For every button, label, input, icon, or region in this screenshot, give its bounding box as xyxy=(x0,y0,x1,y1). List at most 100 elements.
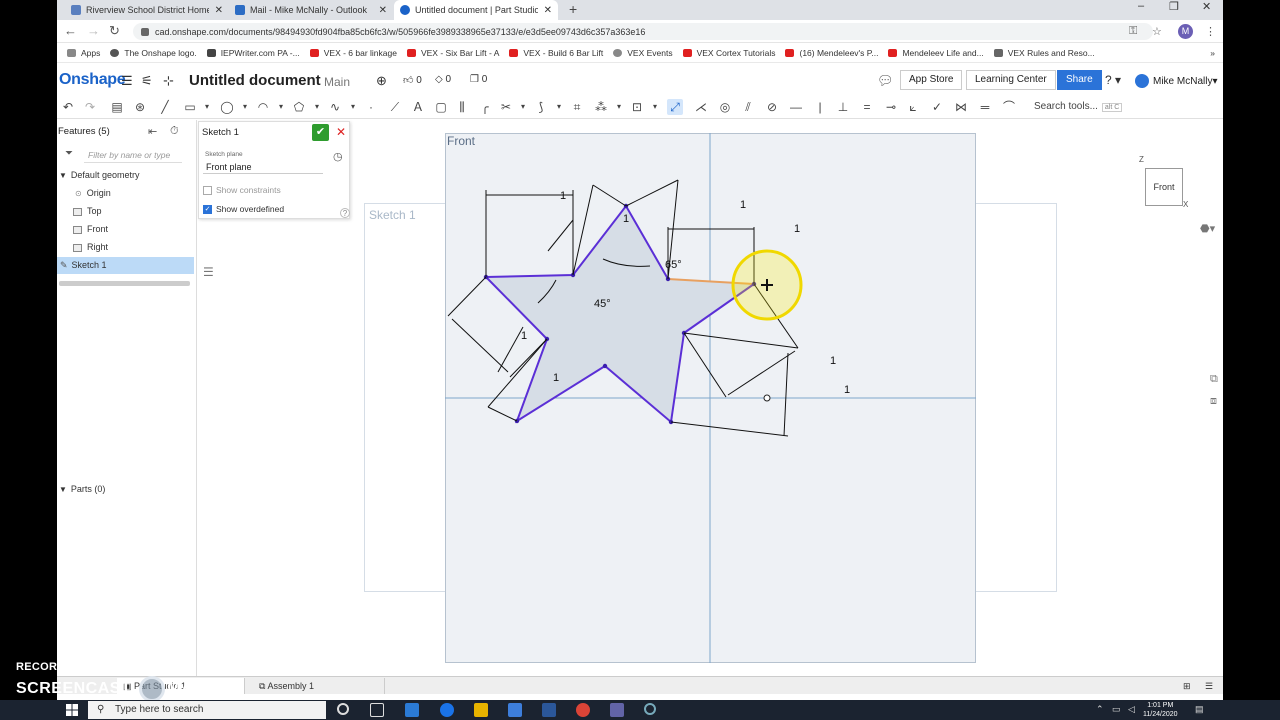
bookmark-apps[interactable]: Apps xyxy=(67,48,100,58)
onshape-logo[interactable]: Onshape xyxy=(59,71,126,89)
trim-icon[interactable]: ✂ xyxy=(498,99,514,115)
tab-riverview[interactable]: Riverview School District Home ✕ xyxy=(65,0,229,20)
close-tab-icon[interactable]: ✕ xyxy=(379,5,387,16)
tangent-icon[interactable]: ⊘ xyxy=(764,99,780,115)
transform-icon[interactable]: ⌗ xyxy=(569,99,585,115)
fix-icon[interactable]: ═ xyxy=(977,99,993,115)
fillet-icon[interactable]: ╭ xyxy=(477,99,493,115)
reload-icon[interactable]: ↻ xyxy=(109,23,120,39)
minimize-icon[interactable]: – xyxy=(1138,0,1144,12)
feature-top-plane[interactable]: Top xyxy=(57,203,194,220)
user-menu[interactable]: Mike McNally ▾ xyxy=(1135,74,1217,88)
bookmark-iepwriter[interactable]: IEPWriter.com PA -... xyxy=(206,48,300,58)
collapse-panel-icon[interactable]: ⇤ xyxy=(148,125,157,138)
rectangle-tool-icon[interactable]: ▭ xyxy=(182,99,198,115)
feature-right-plane[interactable]: Right xyxy=(57,239,194,256)
taskbar-clock[interactable]: 1:01 PM 11/24/2020 xyxy=(1143,701,1178,719)
origin-point[interactable] xyxy=(763,394,771,402)
parallel-icon[interactable]: ⫽ xyxy=(740,99,756,115)
hamburger-menu-icon[interactable]: ☰ xyxy=(121,73,133,89)
teams-icon[interactable] xyxy=(610,703,624,717)
vertical-icon[interactable]: | xyxy=(812,99,828,115)
profile-avatar[interactable]: M xyxy=(1178,24,1193,39)
feature-list-icon[interactable]: ▤ xyxy=(109,99,125,115)
tray-chevron-icon[interactable]: ⌃ xyxy=(1096,704,1104,715)
edge-icon[interactable] xyxy=(440,703,454,717)
view-cube[interactable]: Front Z X xyxy=(1139,155,1188,209)
default-geometry-group[interactable]: ▼ Default geometry xyxy=(57,167,194,184)
normal-icon[interactable]: ⟀ xyxy=(905,99,921,115)
screencast-app-icon[interactable] xyxy=(644,703,656,715)
app-store-button[interactable]: App Store xyxy=(900,70,963,90)
feature-sketch-1[interactable]: ✎ Sketch 1 xyxy=(57,257,194,274)
spline-tool-icon[interactable]: ∿ xyxy=(327,99,343,115)
task-view-icon[interactable] xyxy=(370,703,384,717)
help-button[interactable]: ? ▾ xyxy=(1105,73,1121,87)
tab-options-icon[interactable]: ⊞ xyxy=(1177,678,1197,694)
history-icon[interactable]: ◷ xyxy=(333,150,343,163)
redo-icon[interactable]: ↷ xyxy=(82,99,98,115)
point-tool-icon[interactable]: · xyxy=(363,99,379,115)
bookmark-mendeleev-p[interactable]: (16) Mendeleev's P... xyxy=(785,48,878,58)
display-mode-icon[interactable]: ⧉ xyxy=(1210,373,1218,386)
chevron-down-icon[interactable]: ▾ xyxy=(611,99,627,115)
word-icon[interactable] xyxy=(542,703,556,717)
pierce-icon[interactable]: ✓ xyxy=(929,99,945,115)
pattern-icon[interactable]: ⁂ xyxy=(593,99,609,115)
close-window-icon[interactable]: ✕ xyxy=(1202,0,1211,13)
perpendicular-icon[interactable]: ⊥ xyxy=(835,99,851,115)
bookmark-vex-rules[interactable]: VEX Rules and Reso... xyxy=(993,48,1095,58)
symmetric-icon[interactable]: ⋈ xyxy=(953,99,969,115)
polygon-tool-icon[interactable]: ⬠ xyxy=(291,99,307,115)
file-explorer-icon[interactable] xyxy=(474,703,488,717)
document-tree-icon[interactable]: ⚟ xyxy=(141,73,153,89)
feature-front-plane[interactable]: Front xyxy=(57,221,194,238)
address-bar[interactable]: cad.onshape.com/documents/98494930fd904f… xyxy=(133,23,1153,40)
bookmark-vex-events[interactable]: VEX Events xyxy=(613,48,673,58)
section-view-icon[interactable]: ⧈ xyxy=(1210,395,1217,408)
feature-origin[interactable]: ⊙ Origin xyxy=(57,185,194,202)
use-icon[interactable]: ⊡ xyxy=(629,99,645,115)
close-tab-icon[interactable]: ✕ xyxy=(215,5,223,16)
line-tool-icon[interactable]: ╱ xyxy=(157,99,173,115)
equal-icon[interactable]: = xyxy=(859,99,875,115)
sketch-geometry[interactable]: 1 1 1 1 1 1 1 1 65° 45° xyxy=(198,120,1223,684)
undo-icon[interactable]: ↶ xyxy=(60,99,76,115)
show-constraints-checkbox[interactable]: Show constraints xyxy=(203,185,281,195)
mail-app-icon[interactable] xyxy=(405,703,419,717)
view-cube-face[interactable]: Front xyxy=(1145,168,1183,206)
chevron-down-icon[interactable]: ▾ xyxy=(515,99,531,115)
branch-label[interactable]: Main xyxy=(324,75,350,89)
help-icon[interactable]: ? xyxy=(340,208,350,218)
construction-icon[interactable]: ⟋ xyxy=(387,99,403,115)
arc-tool-icon[interactable]: ◠ xyxy=(255,99,271,115)
share-button[interactable]: Share xyxy=(1057,70,1102,90)
accept-button[interactable]: ✔ xyxy=(312,124,329,141)
sketch-plane-field[interactable]: Front plane xyxy=(203,160,323,174)
variable-icon[interactable]: ⊛ xyxy=(132,99,148,115)
maximize-icon[interactable]: ❐ xyxy=(1169,0,1179,13)
bookmark-vex-cortex[interactable]: VEX Cortex Tutorials xyxy=(682,48,775,58)
curvature-icon[interactable]: ⌒ xyxy=(1001,99,1017,115)
cortana-icon[interactable] xyxy=(337,703,349,715)
star-icon[interactable]: ☆ xyxy=(1152,25,1162,38)
taskbar-search[interactable]: ⚲ Type here to search xyxy=(88,701,326,719)
insert-image-icon[interactable]: ▢ xyxy=(433,99,449,115)
follow-button[interactable]: ◇ 0 xyxy=(435,74,451,85)
rollback-timer-icon[interactable]: ⏱ xyxy=(170,125,179,138)
chevron-down-icon[interactable]: ▾ xyxy=(273,99,289,115)
bookmark-vex-sixbar[interactable]: VEX - Six Bar Lift - A xyxy=(406,48,499,58)
circle-tool-icon[interactable]: ◯ xyxy=(219,99,235,115)
learning-center-button[interactable]: Learning Center xyxy=(966,70,1056,90)
graphics-area[interactable]: Front Sketch 1 1 1 1 1 1 1 1 1 65° 45° F… xyxy=(198,120,1223,684)
view-options-icon[interactable]: ⬣▾ xyxy=(1200,222,1215,235)
horizontal-icon[interactable]: — xyxy=(788,99,804,115)
chevron-down-icon[interactable]: ▾ xyxy=(551,99,567,115)
store-icon[interactable] xyxy=(508,703,522,717)
windows-start-icon[interactable] xyxy=(66,704,78,716)
show-overdefined-checkbox[interactable]: ✓ Show overdefined xyxy=(203,204,284,214)
like-button[interactable]: 👍︎ 0 xyxy=(403,74,422,86)
bookmark-mendeleev-life[interactable]: Mendeleev Life and... xyxy=(888,48,984,58)
cancel-button[interactable]: ✕ xyxy=(335,124,347,141)
bookmark-vex-6bar[interactable]: VEX - 6 bar linkage xyxy=(309,48,397,58)
